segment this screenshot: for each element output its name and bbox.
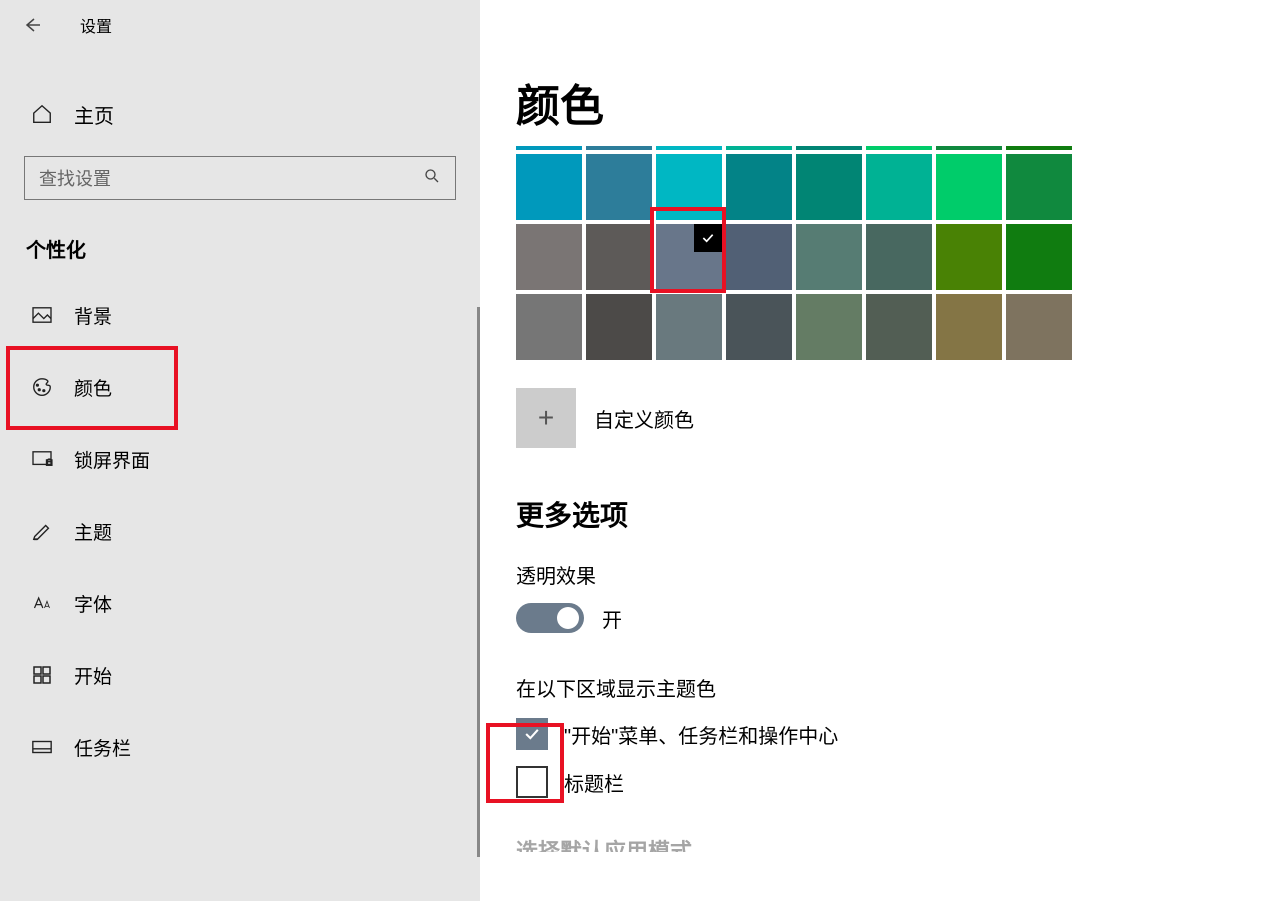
sidebar-header: 设置 — [0, 0, 480, 50]
sidebar-item-start[interactable]: 开始 — [0, 639, 480, 711]
color-swatch — [516, 146, 582, 150]
plus-icon: + — [538, 402, 554, 434]
start-icon — [30, 665, 54, 685]
checkbox-label: "开始"菜单、任务栏和操作中心 — [564, 720, 838, 749]
color-swatch — [1006, 146, 1072, 150]
color-swatch[interactable] — [586, 294, 652, 360]
home-icon — [30, 103, 54, 125]
annotation-highlight — [650, 207, 726, 293]
annotation-highlight — [6, 346, 178, 430]
color-swatch[interactable] — [586, 154, 652, 220]
theme-icon — [30, 520, 54, 542]
add-custom-color-button[interactable]: + — [516, 388, 576, 448]
color-swatch[interactable] — [726, 224, 792, 290]
sidebar-item-label: 锁屏界面 — [74, 446, 150, 473]
color-swatch[interactable] — [516, 154, 582, 220]
home-label: 主页 — [74, 100, 114, 129]
accent-areas-label: 在以下区域显示主题色 — [516, 673, 1227, 702]
page-title: 颜色 — [516, 70, 1227, 134]
transparency-toggle-row: 开 — [516, 603, 1227, 633]
color-swatch[interactable] — [516, 294, 582, 360]
color-grid — [516, 146, 1076, 360]
color-swatch[interactable] — [726, 154, 792, 220]
sidebar-item-label: 开始 — [74, 662, 112, 689]
custom-color-label: 自定义颜色 — [594, 404, 694, 433]
sidebar-item-background[interactable]: 背景 — [0, 279, 480, 351]
color-swatch[interactable] — [1006, 154, 1072, 220]
color-swatch — [796, 146, 862, 150]
color-swatch[interactable] — [936, 294, 1002, 360]
home-button[interactable]: 主页 — [0, 90, 480, 138]
color-swatch[interactable] — [866, 154, 932, 220]
annotation-highlight — [486, 723, 564, 803]
sidebar: 设置 主页 查找设置 个性化 背景 — [0, 0, 480, 901]
partial-cut-text: 选择默认应用模式 — [516, 834, 1227, 852]
sidebar-item-lockscreen[interactable]: 锁屏界面 — [0, 423, 480, 495]
sidebar-item-fonts[interactable]: 字体 — [0, 567, 480, 639]
window-title: 设置 — [80, 13, 112, 37]
sidebar-item-label: 主题 — [74, 518, 112, 545]
search-icon — [423, 167, 441, 190]
color-swatch — [586, 146, 652, 150]
picture-icon — [30, 306, 54, 324]
color-swatch — [726, 146, 792, 150]
main-content: 颜色 + 自定义颜色 更多选项 透明效果 开 在以下区域显示主题色 "开始"菜单… — [480, 0, 1263, 901]
color-swatch[interactable] — [796, 154, 862, 220]
sidebar-item-taskbar[interactable]: 任务栏 — [0, 711, 480, 783]
color-swatch[interactable] — [796, 224, 862, 290]
color-swatch[interactable] — [516, 224, 582, 290]
color-swatch[interactable] — [866, 294, 932, 360]
toggle-knob — [557, 607, 579, 629]
sidebar-item-label: 字体 — [74, 590, 112, 617]
color-swatch — [936, 146, 1002, 150]
back-icon[interactable] — [20, 13, 44, 37]
color-swatch — [866, 146, 932, 150]
color-swatch[interactable] — [726, 294, 792, 360]
custom-color-row: + 自定义颜色 — [516, 388, 1227, 448]
color-swatch[interactable] — [1006, 294, 1072, 360]
toggle-state-label: 开 — [602, 604, 622, 633]
sidebar-item-themes[interactable]: 主题 — [0, 495, 480, 567]
color-swatch[interactable] — [936, 224, 1002, 290]
color-swatch[interactable] — [656, 294, 722, 360]
color-swatch[interactable] — [936, 154, 1002, 220]
color-swatch[interactable] — [866, 224, 932, 290]
sidebar-item-label: 任务栏 — [74, 734, 131, 761]
taskbar-icon — [30, 739, 54, 755]
search-placeholder: 查找设置 — [39, 165, 111, 191]
color-swatch[interactable] — [586, 224, 652, 290]
sidebar-item-label: 背景 — [74, 302, 112, 329]
lock-screen-icon — [30, 450, 54, 468]
checkbox-row-start-taskbar: "开始"菜单、任务栏和操作中心 — [516, 718, 1227, 750]
more-options-subtitle: 更多选项 — [516, 494, 1227, 534]
search-input[interactable]: 查找设置 — [24, 156, 456, 200]
checkbox-label: 标题栏 — [564, 768, 624, 797]
transparency-toggle[interactable] — [516, 603, 584, 633]
transparency-label: 透明效果 — [516, 560, 1227, 589]
color-swatch[interactable] — [796, 294, 862, 360]
color-swatch[interactable] — [1006, 224, 1072, 290]
color-swatch — [656, 146, 722, 150]
font-icon — [30, 593, 54, 613]
checkbox-row-titlebar: 标题栏 — [516, 766, 1227, 798]
section-title: 个性化 — [26, 234, 480, 263]
